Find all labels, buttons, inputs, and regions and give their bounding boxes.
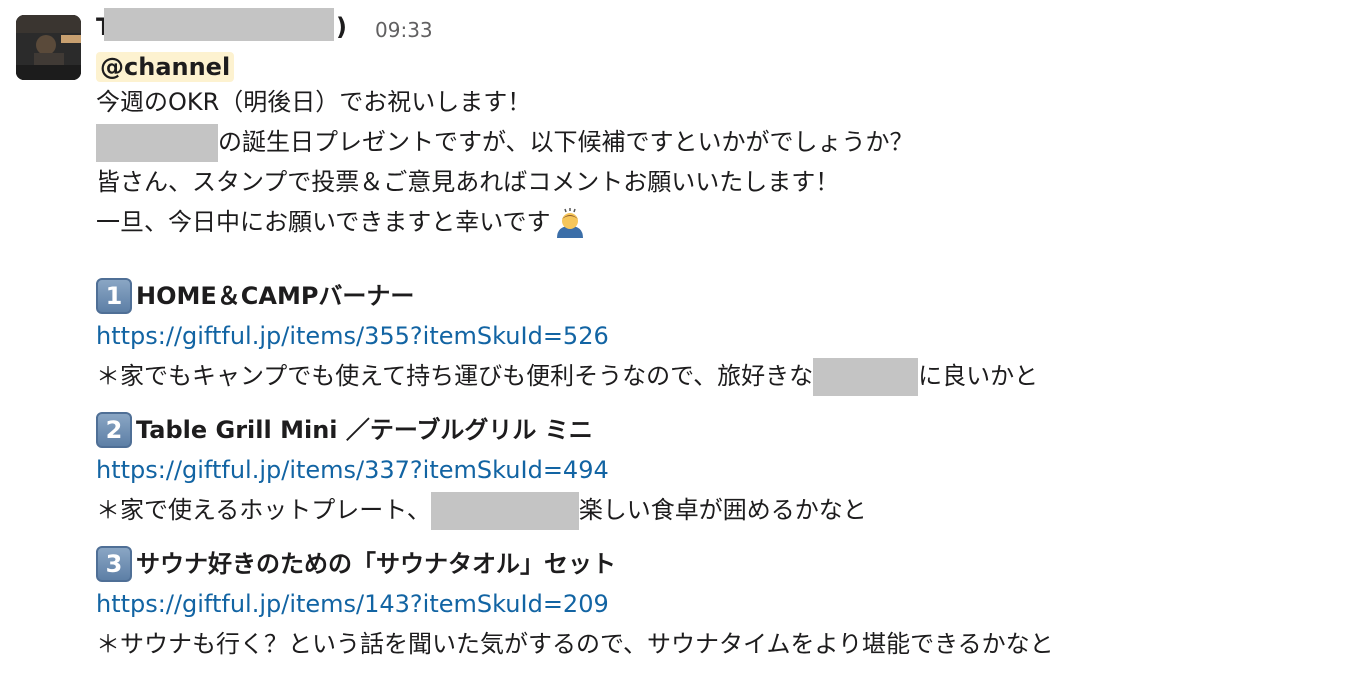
gift-item-title: 3 サウナ好きのための「サウナタオル」セット xyxy=(96,544,1346,584)
message-timestamp[interactable]: 09:33 xyxy=(375,18,433,42)
gift-item-title-text: サウナ好きのための「サウナタオル」セット xyxy=(136,550,616,578)
redacted-name xyxy=(813,358,919,396)
gift-item-description-text: ＊サウナも行く？という話を聞いた気がするので、サウナタイムをより堪能できるかなと xyxy=(96,630,1054,658)
gift-item-1: 1 HOME＆CAMPバーナー https://giftful.jp/items… xyxy=(96,276,1346,396)
gift-item-link[interactable]: https://giftful.jp/items/355?itemSkuId=5… xyxy=(96,316,1346,356)
gift-item-description-text: ＊家で使えるホットプレート、 xyxy=(96,496,431,524)
keycap-one-icon: 1 xyxy=(96,278,132,314)
message-line-4: 一旦、今日中にお願いできますと幸いです xyxy=(96,202,1346,242)
gift-item-link[interactable]: https://giftful.jp/items/337?itemSkuId=4… xyxy=(96,450,1346,490)
gift-item-description-text: ＊家でもキャンプでも使えて持ち運びも便利そうなので、旅好きな xyxy=(96,362,814,390)
sender-avatar[interactable] xyxy=(16,15,81,80)
message-line-1: 今週のOKR（明後日）でお祝いします！ xyxy=(96,88,532,116)
gift-item-title-text: HOME＆CAMPバーナー xyxy=(136,282,415,310)
gift-item-description: ＊家でもキャンプでも使えて持ち運びも便利そうなので、旅好きな に良いかと xyxy=(96,356,1346,396)
gift-item-3: 3 サウナ好きのための「サウナタオル」セット https://giftful.j… xyxy=(96,544,1346,664)
gift-item-title-text: Table Grill Mini ／テーブルグリル ミニ xyxy=(136,416,593,444)
message-line-3: 皆さん、スタンプで投票＆ご意見あればコメントお願いいたします！ xyxy=(96,168,840,196)
sender-name-suffix: ) xyxy=(336,13,347,41)
bowing-person-emoji xyxy=(553,206,587,240)
message-line-2-text: の誕生日プレゼントですが、以下候補ですといかがでしょうか？ xyxy=(218,128,914,156)
gift-item-description-text-end: に良いかと xyxy=(918,362,1039,390)
keycap-three-icon: 3 xyxy=(96,546,132,582)
gift-item-description-text-end: 楽しい食卓が囲めるかなと xyxy=(578,496,867,524)
redacted-sender-name xyxy=(104,8,334,41)
redacted-name xyxy=(430,492,579,530)
gift-item-description: ＊サウナも行く？という話を聞いた気がするので、サウナタイムをより堪能できるかなと xyxy=(96,624,1346,664)
redacted-name xyxy=(96,124,218,162)
gift-item-title: 1 HOME＆CAMPバーナー xyxy=(96,276,1346,316)
gift-item-description: ＊家で使えるホットプレート、 楽しい食卓が囲めるかなと xyxy=(96,490,1346,530)
gift-item-2: 2 Table Grill Mini ／テーブルグリル ミニ https://g… xyxy=(96,410,1346,530)
message-line-2: の誕生日プレゼントですが、以下候補ですといかがでしょうか？ xyxy=(96,122,1346,162)
channel-mention[interactable]: @channel xyxy=(96,52,235,82)
keycap-two-icon: 2 xyxy=(96,412,132,448)
gift-item-link[interactable]: https://giftful.jp/items/143?itemSkuId=2… xyxy=(96,584,1346,624)
gift-item-title: 2 Table Grill Mini ／テーブルグリル ミニ xyxy=(96,410,1346,450)
message-content: T ) 09:33 @channel 今週のOKR（明後日）でお祝いします！ の… xyxy=(96,8,1346,678)
message-header: T ) 09:33 xyxy=(96,8,1346,48)
message-line-4-text: 一旦、今日中にお願いできますと幸いです xyxy=(96,208,551,236)
